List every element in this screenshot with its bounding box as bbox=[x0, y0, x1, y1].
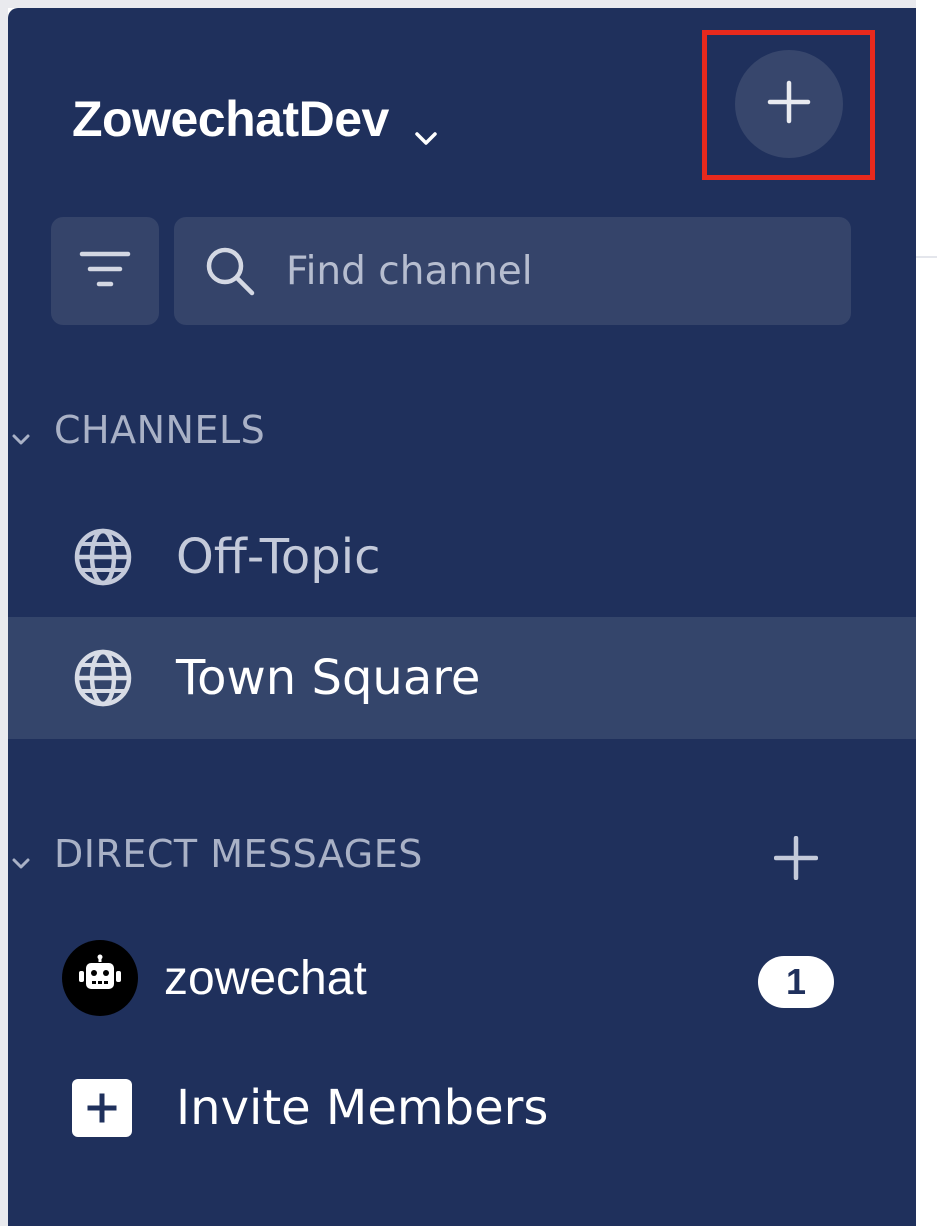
window-left-edge bbox=[0, 0, 8, 1226]
robot-icon bbox=[76, 954, 124, 1003]
chevron-down-icon bbox=[8, 841, 34, 869]
add-direct-message-button[interactable] bbox=[770, 834, 822, 886]
header-divider bbox=[916, 256, 937, 258]
find-channel-box[interactable] bbox=[174, 217, 851, 325]
team-menu-button[interactable]: ZowechatDev bbox=[72, 90, 439, 148]
highlight-box bbox=[702, 30, 875, 180]
invite-members-button[interactable]: Invite Members bbox=[8, 1048, 916, 1168]
channel-item-town-square[interactable]: Town Square bbox=[8, 617, 916, 739]
dm-label: zowechat bbox=[164, 951, 367, 1005]
filter-icon bbox=[78, 248, 132, 295]
chevron-down-icon bbox=[413, 106, 439, 145]
app-window: ZowechatDev Find channel CHANNELS Off-To… bbox=[0, 0, 937, 1226]
chevron-down-icon bbox=[8, 417, 34, 445]
channel-label: Town Square bbox=[176, 650, 481, 706]
main-content-area bbox=[916, 0, 937, 1226]
find-channel-input[interactable] bbox=[286, 248, 806, 294]
channel-sidebar: ZowechatDev Find channel CHANNELS Off-To… bbox=[8, 8, 916, 1226]
plus-icon bbox=[773, 835, 819, 885]
channels-section-label: CHANNELS bbox=[54, 408, 266, 452]
direct-messages-section-header[interactable]: DIRECT MESSAGES bbox=[8, 832, 423, 876]
channel-item-off-topic[interactable]: Off-Topic bbox=[8, 496, 916, 618]
direct-messages-section-label: DIRECT MESSAGES bbox=[54, 832, 423, 876]
invite-members-label: Invite Members bbox=[176, 1080, 549, 1136]
plus-square-icon bbox=[72, 1079, 132, 1137]
dm-item-zowechat[interactable]: zowechat 1 bbox=[8, 918, 916, 1038]
window-top-edge bbox=[0, 0, 937, 8]
avatar bbox=[62, 940, 138, 1016]
team-name-label: ZowechatDev bbox=[72, 91, 389, 147]
channel-label: Off-Topic bbox=[176, 529, 381, 585]
search-icon bbox=[202, 243, 258, 299]
channels-section-header[interactable]: CHANNELS bbox=[8, 408, 265, 452]
globe-icon bbox=[72, 526, 134, 588]
globe-icon bbox=[72, 647, 134, 709]
channel-filter-button[interactable] bbox=[51, 217, 159, 325]
unread-count-badge: 1 bbox=[758, 956, 834, 1008]
